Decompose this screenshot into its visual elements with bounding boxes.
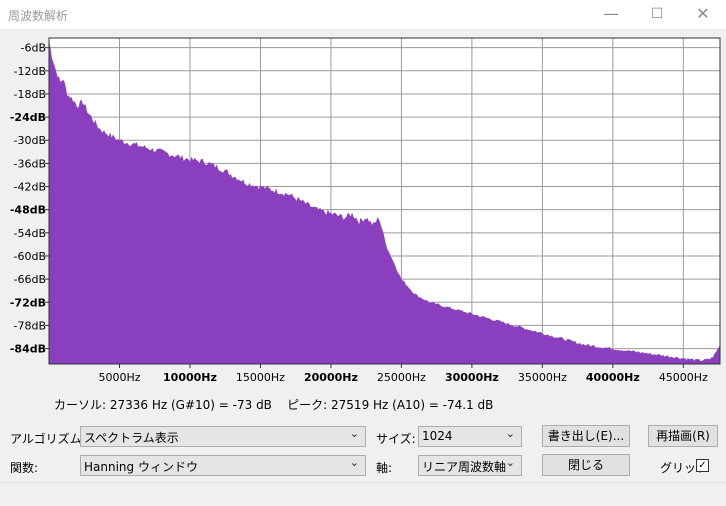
algorithm-select[interactable]: スペクトラム表示 ⌄ <box>80 426 366 447</box>
title-bar: 周波数解析 — ☐ ✕ <box>0 0 726 30</box>
chevron-down-icon: ⌄ <box>505 456 515 469</box>
y-tick-label: -84dB <box>10 343 46 356</box>
axis-value: リニア周波数軸 <box>422 460 507 474</box>
y-tick-label: -30dB <box>14 134 47 147</box>
window-title: 周波数解析 <box>8 9 69 23</box>
x-tick-label: 20000Hz <box>304 371 358 384</box>
y-tick-label: -18dB <box>14 88 47 101</box>
replot-button[interactable]: 再描画(R) <box>648 425 718 447</box>
x-tick-label: 30000Hz <box>445 371 499 384</box>
x-tick-label: 40000Hz <box>586 371 640 384</box>
y-tick-label: -36dB <box>14 157 47 170</box>
y-tick-label: -60dB <box>14 250 47 263</box>
x-tick-label: 45000Hz <box>659 371 708 384</box>
axis-label: 軸: <box>376 461 393 475</box>
x-tick-label: 15000Hz <box>236 371 285 384</box>
maximize-button[interactable]: ☐ <box>634 0 680 30</box>
function-select[interactable]: Hanning ウィンドウ ⌄ <box>80 455 366 476</box>
chevron-down-icon: ⌄ <box>349 427 359 440</box>
y-tick-label: -24dB <box>10 111 46 124</box>
y-tick-label: -42dB <box>14 181 47 194</box>
minimize-button[interactable]: — <box>588 0 634 30</box>
function-value: Hanning ウィンドウ <box>84 460 198 474</box>
algorithm-label: アルゴリズム: <box>10 432 86 446</box>
axis-select[interactable]: リニア周波数軸 ⌄ <box>418 455 522 476</box>
y-tick-label: -66dB <box>14 273 47 286</box>
chevron-down-icon: ⌄ <box>505 427 515 440</box>
x-tick-label: 10000Hz <box>163 371 217 384</box>
chevron-down-icon: ⌄ <box>349 456 359 469</box>
spectrum-plot[interactable]: -6dB -12dB -18dB -24dB -30dB -36dB -42dB -48dB -… <box>0 30 726 390</box>
grid-checkbox[interactable]: ✓ <box>696 459 709 472</box>
y-tick-label: -48dB <box>10 204 46 217</box>
size-value: 1024 <box>422 429 453 443</box>
close-window-button[interactable]: ✕ <box>680 0 726 30</box>
x-tick-label: 25000Hz <box>377 371 426 384</box>
x-tick-label: 5000Hz <box>98 371 140 384</box>
y-tick-label: -78dB <box>14 319 47 332</box>
y-tick-label: -12dB <box>14 65 47 78</box>
y-tick-label: -6dB <box>21 42 47 55</box>
size-select[interactable]: 1024 ⌄ <box>418 426 522 447</box>
algorithm-value: スペクトラム表示 <box>84 431 179 445</box>
function-label: 関数: <box>10 461 39 475</box>
cursor-peak-readout: カーソル: 27336 Hz (G#10) = -73 dB ピーク: 2751… <box>54 398 494 412</box>
export-button[interactable]: 書き出し(E)... <box>542 425 630 447</box>
x-tick-label: 35000Hz <box>518 371 567 384</box>
y-tick-label: -54dB <box>14 227 47 240</box>
size-label: サイズ: <box>376 432 416 446</box>
close-button[interactable]: 閉じる <box>542 454 630 476</box>
y-tick-label: -72dB <box>10 296 46 309</box>
bottom-strip <box>0 482 726 506</box>
